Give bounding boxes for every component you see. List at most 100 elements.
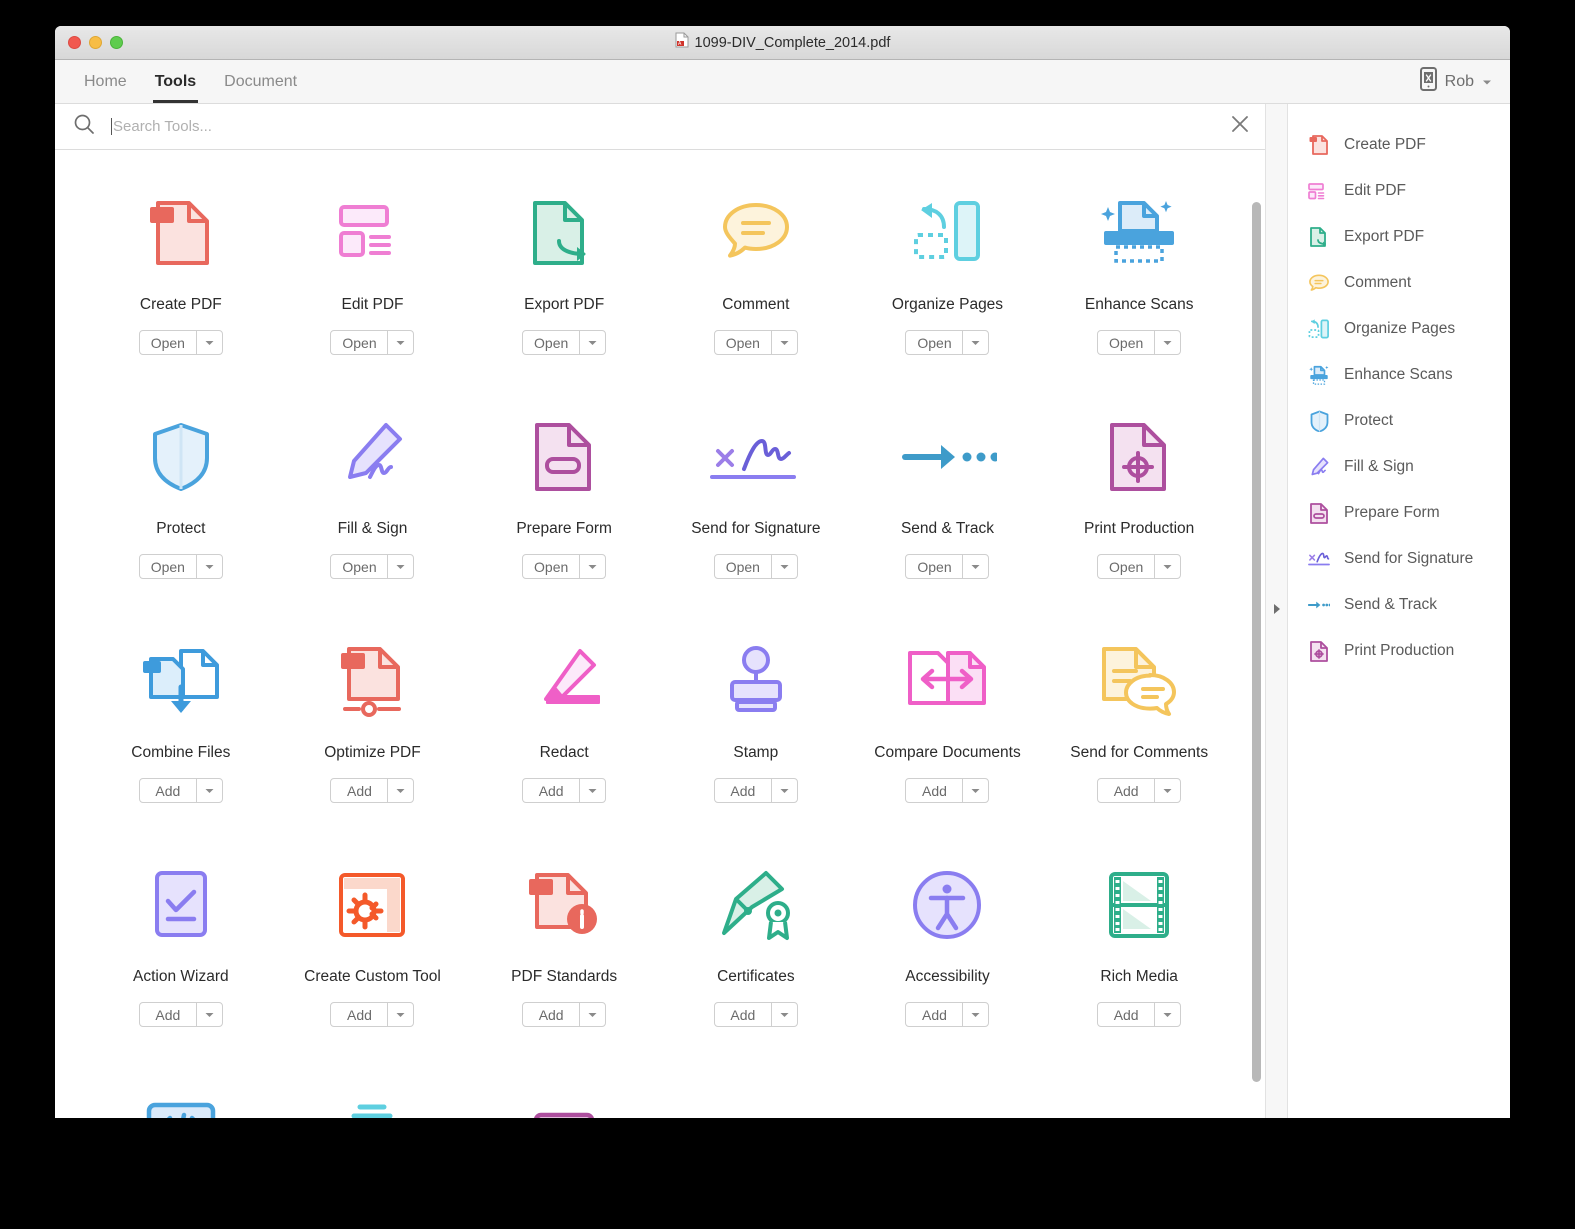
tool-action-label[interactable]: Open xyxy=(906,331,962,354)
tool-tile-prepare-form[interactable]: Prepare Form Open xyxy=(468,414,660,638)
tool-action-button[interactable]: Open xyxy=(905,330,990,356)
tool-action-button[interactable]: Add xyxy=(1097,778,1182,804)
tool-tile-certificates[interactable]: Certificates Add xyxy=(660,862,852,1086)
chevron-down-icon[interactable] xyxy=(579,1003,605,1027)
tool-tile-send-track[interactable]: Send & Track Open xyxy=(852,414,1044,638)
tool-action-label[interactable]: Add xyxy=(715,1003,771,1026)
tool-action-label[interactable]: Open xyxy=(140,555,196,578)
tool-tile-send-for-comments[interactable]: Send for Comments Add xyxy=(1043,638,1235,862)
chevron-down-icon[interactable] xyxy=(387,779,413,803)
minimize-window-button[interactable] xyxy=(89,36,102,49)
close-icon[interactable] xyxy=(1229,113,1251,140)
tool-action-label[interactable]: Add xyxy=(523,779,579,802)
tool-tile-send-for-signature[interactable]: Send for Signature Open xyxy=(660,414,852,638)
tool-action-label[interactable]: Open xyxy=(1098,331,1154,354)
tool-action-label[interactable]: Open xyxy=(331,331,387,354)
tool-action-label[interactable]: Open xyxy=(906,555,962,578)
chevron-down-icon[interactable] xyxy=(1154,555,1180,579)
sidebar-item-organize-pages[interactable]: Organize Pages xyxy=(1288,306,1510,352)
tab-home[interactable]: Home xyxy=(70,60,141,103)
tool-action-button[interactable]: Add xyxy=(713,778,798,804)
tool-action-label[interactable]: Open xyxy=(1098,555,1154,578)
tool-action-button[interactable]: Add xyxy=(522,778,607,804)
tool-tile-fill-sign[interactable]: Fill & Sign Open xyxy=(277,414,469,638)
chevron-down-icon[interactable] xyxy=(195,779,222,803)
tool-tile-enhance-scans[interactable]: Enhance Scans Open xyxy=(1043,190,1235,414)
tool-tile-optimize-pdf[interactable]: Optimize PDF Add xyxy=(277,638,469,862)
sidebar-item-export-pdf[interactable]: Export PDF xyxy=(1288,214,1510,260)
chevron-down-icon[interactable] xyxy=(1154,779,1180,803)
chevron-down-icon[interactable] xyxy=(387,555,413,579)
tool-action-button[interactable]: Add xyxy=(330,778,415,804)
chevron-down-icon[interactable] xyxy=(962,555,988,579)
tool-action-button[interactable]: Open xyxy=(138,330,223,356)
tool-tile-organize-pages[interactable]: Organize Pages Open xyxy=(852,190,1044,414)
sidebar-item-fill-sign[interactable]: Fill & Sign xyxy=(1288,444,1510,490)
sidebar-item-edit-pdf[interactable]: Edit PDF xyxy=(1288,168,1510,214)
chevron-down-icon[interactable] xyxy=(1154,331,1180,355)
search-input[interactable]: Search Tools... xyxy=(73,113,1229,140)
tool-tile-create-pdf[interactable]: Create PDF Open xyxy=(85,190,277,414)
sidebar-item-send-for-signature[interactable]: Send for Signature xyxy=(1288,536,1510,582)
tool-action-label[interactable]: Add xyxy=(140,1003,196,1026)
tool-action-label[interactable]: Open xyxy=(140,331,196,354)
chevron-down-icon[interactable] xyxy=(770,555,797,579)
tool-tile-comment[interactable]: Comment Open xyxy=(660,190,852,414)
tool-action-label[interactable]: Add xyxy=(715,779,771,802)
tool-tile-redact[interactable]: Redact Add xyxy=(468,638,660,862)
tool-tile-action-wizard[interactable]: Action Wizard Add xyxy=(85,862,277,1086)
chevron-down-icon[interactable] xyxy=(770,331,797,355)
panel-divider[interactable] xyxy=(1265,104,1288,1118)
tab-document[interactable]: Document xyxy=(210,60,311,103)
tool-action-label[interactable]: Open xyxy=(523,331,579,354)
chevron-down-icon[interactable] xyxy=(387,1003,413,1027)
tool-action-button[interactable]: Add xyxy=(905,778,990,804)
tool-action-button[interactable]: Open xyxy=(522,330,607,356)
chevron-down-icon[interactable] xyxy=(770,779,797,803)
tool-tile-rich-media[interactable]: Rich Media Add xyxy=(1043,862,1235,1086)
chevron-down-icon[interactable] xyxy=(579,331,605,355)
tool-action-label[interactable]: Add xyxy=(906,779,962,802)
tool-tile-create-custom-tool[interactable]: Create Custom Tool Add xyxy=(277,862,469,1086)
window-controls[interactable] xyxy=(55,36,123,49)
tool-action-label[interactable]: Add xyxy=(331,779,387,802)
tool-tile-compare-documents[interactable]: Compare Documents Add xyxy=(852,638,1044,862)
tab-tools[interactable]: Tools xyxy=(141,60,210,103)
vertical-scrollbar[interactable] xyxy=(1252,202,1261,1108)
sidebar-item-create-pdf[interactable]: Create PDF xyxy=(1288,122,1510,168)
sidebar-item-enhance-scans[interactable]: Enhance Scans xyxy=(1288,352,1510,398)
tool-action-button[interactable]: Open xyxy=(330,554,415,580)
tool-tile-measure[interactable] xyxy=(468,1086,660,1118)
tool-action-label[interactable]: Add xyxy=(523,1003,579,1026)
tool-action-label[interactable]: Add xyxy=(1098,779,1154,802)
tool-tile-edit-pdf[interactable]: Edit PDF Open xyxy=(277,190,469,414)
tool-tile-combine-files[interactable]: Combine Files Add xyxy=(85,638,277,862)
sidebar-item-protect[interactable]: Protect xyxy=(1288,398,1510,444)
tool-action-label[interactable]: Add xyxy=(140,779,196,802)
tool-tile-javascript[interactable] xyxy=(85,1086,277,1118)
tool-action-button[interactable]: Open xyxy=(1097,554,1182,580)
tool-action-button[interactable]: Add xyxy=(1097,1002,1182,1028)
tool-action-label[interactable]: Open xyxy=(715,555,771,578)
scrollbar-thumb[interactable] xyxy=(1252,202,1261,1082)
chevron-down-icon[interactable] xyxy=(962,1003,988,1027)
tool-action-button[interactable]: Open xyxy=(905,554,990,580)
tool-action-button[interactable]: Open xyxy=(138,554,223,580)
tool-action-button[interactable]: Add xyxy=(905,1002,990,1028)
tool-action-label[interactable]: Add xyxy=(906,1003,962,1026)
tool-action-label[interactable]: Add xyxy=(331,1003,387,1026)
tool-tile-print-production[interactable]: Print Production Open xyxy=(1043,414,1235,638)
collapse-triangle-icon[interactable] xyxy=(1273,602,1281,620)
tool-tile-protect[interactable]: Protect Open xyxy=(85,414,277,638)
chevron-down-icon[interactable] xyxy=(195,331,222,355)
chevron-down-icon[interactable] xyxy=(195,1003,222,1027)
tool-action-button[interactable]: Add xyxy=(713,1002,798,1028)
sidebar-item-print-production[interactable]: Print Production xyxy=(1288,628,1510,674)
tool-action-label[interactable]: Open xyxy=(523,555,579,578)
tool-action-button[interactable]: Add xyxy=(522,1002,607,1028)
tool-action-button[interactable]: Add xyxy=(138,1002,223,1028)
tool-action-button[interactable]: Open xyxy=(1097,330,1182,356)
tool-action-button[interactable]: Open xyxy=(522,554,607,580)
tool-action-button[interactable]: Open xyxy=(713,330,798,356)
tool-tile-pdf-standards[interactable]: PDF Standards Add xyxy=(468,862,660,1086)
